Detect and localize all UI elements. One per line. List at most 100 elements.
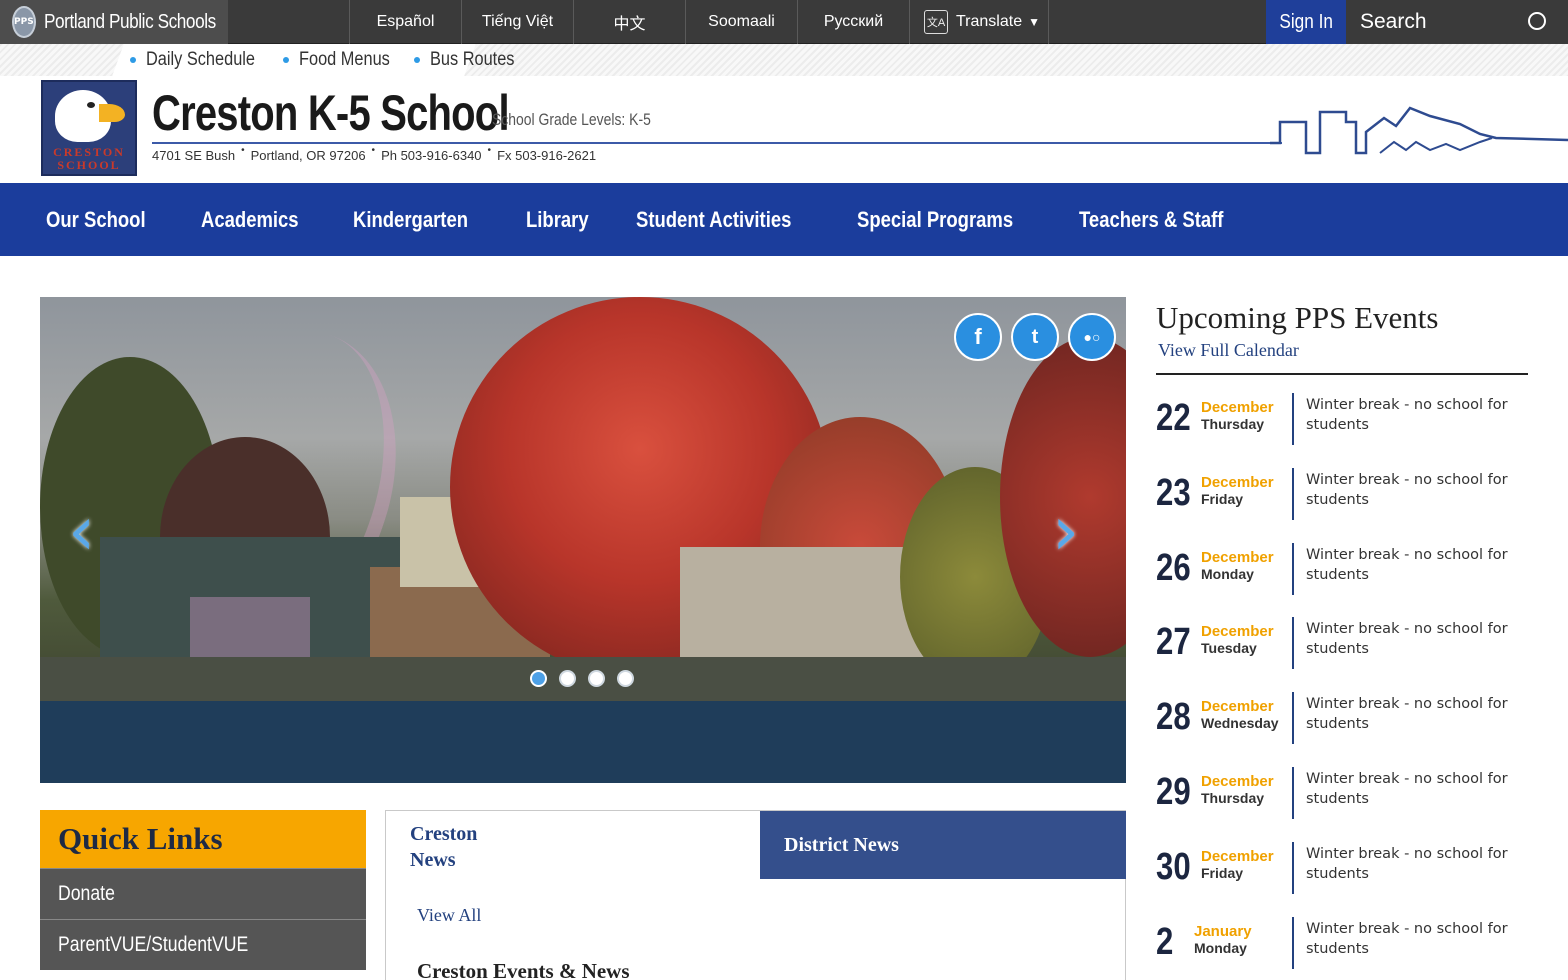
event-day: 26 xyxy=(1156,546,1191,589)
twitter-icon[interactable]: t xyxy=(1011,313,1059,361)
event-day: 27 xyxy=(1156,621,1191,664)
slider-next-button[interactable]: › xyxy=(1052,497,1092,567)
nav-kindergarten[interactable]: Kindergarten xyxy=(353,207,490,233)
top-bar: PPS Portland Public Schools Español Tiến… xyxy=(0,0,1568,44)
slider-dot-4[interactable] xyxy=(617,670,634,687)
events-title: Upcoming PPS Events xyxy=(1156,300,1439,335)
lang-somali[interactable]: Soomaali xyxy=(685,0,797,44)
event-description: Winter break - no school for students xyxy=(1306,546,1508,583)
utility-links: Daily Schedule Food Menus Bus Routes xyxy=(130,44,539,76)
event-divider xyxy=(1292,841,1294,894)
quick-links: Quick Links Donate ParentVUE/StudentVUE xyxy=(40,810,366,980)
school-address: 4701 SE Bush • Portland, OR 97206 • Ph 5… xyxy=(152,145,597,163)
event-item[interactable]: 29 December Thursday Winter break - no scho… xyxy=(1156,749,1528,824)
view-all-link[interactable]: View All xyxy=(417,905,481,926)
nav-our-school[interactable]: Our School xyxy=(46,207,165,233)
event-description: Winter break - no school for students xyxy=(1306,920,1508,957)
event-day: 30 xyxy=(1156,845,1191,888)
upcoming-events: Upcoming PPS Events View Full Calendar 2… xyxy=(1156,300,1528,973)
search-icon[interactable] xyxy=(1528,12,1546,30)
city-skyline-icon xyxy=(1270,106,1568,155)
language-links: Español Tiếng Việt 中文 Soomaali Русский 文… xyxy=(349,0,1049,44)
event-weekday: Wednesday xyxy=(1201,715,1279,732)
tab-district-news[interactable]: District News xyxy=(760,811,1126,879)
event-weekday: Thursday xyxy=(1201,789,1265,806)
lang-spanish[interactable]: Español xyxy=(349,0,461,44)
sign-in-button[interactable]: Sign In xyxy=(1266,0,1346,44)
slider-dot-1[interactable] xyxy=(530,670,547,687)
main-nav: Our School Academics Kindergarten Librar… xyxy=(0,183,1568,256)
quick-link-donate[interactable]: Donate xyxy=(40,868,366,919)
pps-home-link[interactable]: PPS Portland Public Schools xyxy=(0,0,228,44)
school-name: Creston K-5 School xyxy=(152,85,510,141)
event-divider xyxy=(1292,766,1294,819)
lang-chinese[interactable]: 中文 xyxy=(573,0,685,44)
event-weekday: Tuesday xyxy=(1201,640,1257,657)
event-day: 28 xyxy=(1156,696,1191,739)
caret-down-icon: ▼ xyxy=(1028,15,1040,29)
event-weekday: Monday xyxy=(1194,939,1247,956)
bus-routes-link[interactable]: Bus Routes xyxy=(414,49,528,71)
logo-text: CRESTON SCHOOL xyxy=(43,146,135,174)
pps-brand-name: Portland Public Schools xyxy=(43,10,216,33)
translate-dropdown[interactable]: 文A Translate ▼ xyxy=(909,0,1049,44)
event-item[interactable]: 23 December Friday Winter break - no school… xyxy=(1156,450,1528,525)
event-divider xyxy=(1292,542,1294,595)
nav-academics[interactable]: Academics xyxy=(201,207,317,233)
event-month: December xyxy=(1201,772,1274,790)
event-list: 22 December Thursday Winter break - no scho… xyxy=(1156,375,1528,973)
event-item[interactable]: 28 December Wednesday Winter break - no sch… xyxy=(1156,674,1528,749)
quick-link-parentvue[interactable]: ParentVUE/StudentVUE xyxy=(40,919,366,970)
slider-prev-button[interactable]: ‹ xyxy=(68,497,108,567)
event-description: Winter break - no school for students xyxy=(1306,397,1508,433)
event-item[interactable]: 27 December Tuesday Winter break - no schoo… xyxy=(1156,599,1528,674)
event-item[interactable]: 2 January Monday Winter break - no school f… xyxy=(1156,899,1528,974)
facebook-icon[interactable]: f xyxy=(954,313,1002,361)
address-city: Portland, OR 97206 xyxy=(250,148,366,163)
event-divider xyxy=(1292,916,1294,969)
pps-logo-icon: PPS xyxy=(12,6,36,38)
event-day: 22 xyxy=(1156,397,1191,439)
event-description: Winter break - no school for students xyxy=(1306,621,1508,658)
event-day: 29 xyxy=(1156,770,1191,813)
event-item[interactable]: 26 December Monday Winter break - no school… xyxy=(1156,525,1528,600)
nav-library[interactable]: Library xyxy=(526,207,601,233)
event-month: December xyxy=(1201,847,1274,865)
address-phone: Ph 503-916-6340 xyxy=(381,148,482,163)
school-header: CRESTON SCHOOL Creston K-5 School School… xyxy=(0,76,1568,182)
search-input[interactable] xyxy=(1360,10,1520,34)
slider-dot-3[interactable] xyxy=(588,670,605,687)
hero-slider: f t ●○ ‹ › xyxy=(40,297,1126,783)
event-weekday: Friday xyxy=(1201,490,1244,507)
slider-dots xyxy=(530,670,646,687)
school-logo[interactable]: CRESTON SCHOOL xyxy=(41,80,137,176)
tab-creston-news[interactable]: Creston News xyxy=(386,811,760,879)
translate-label: Translate xyxy=(956,13,1023,30)
lang-russian[interactable]: Русский xyxy=(797,0,909,44)
event-item[interactable]: 22 December Thursday Winter break - no scho… xyxy=(1156,375,1528,450)
news-panel: Creston News District News View All Cres… xyxy=(385,810,1126,980)
event-divider xyxy=(1292,467,1294,520)
bullet-icon xyxy=(282,57,289,63)
flickr-icon[interactable]: ●○ xyxy=(1068,313,1116,361)
lang-vietnamese[interactable]: Tiếng Việt xyxy=(461,0,573,44)
address-street: 4701 SE Bush xyxy=(152,148,236,163)
bullet-icon xyxy=(130,57,136,63)
header-divider xyxy=(152,142,1282,144)
slider-dot-2[interactable] xyxy=(559,670,576,687)
view-full-calendar-link[interactable]: View Full Calendar xyxy=(1158,340,1528,361)
event-divider xyxy=(1292,393,1294,445)
nav-teachers-staff[interactable]: Teachers & Staff xyxy=(1079,207,1251,233)
event-item[interactable]: 30 December Friday Winter break - no school… xyxy=(1156,824,1528,899)
nav-student-activities[interactable]: Student Activities xyxy=(636,207,821,233)
daily-schedule-link[interactable]: Daily Schedule xyxy=(130,49,273,71)
nav-special-programs[interactable]: Special Programs xyxy=(857,207,1043,233)
event-description: Winter break - no school for students xyxy=(1306,696,1508,733)
food-menus-link[interactable]: Food Menus xyxy=(282,49,405,71)
event-description: Winter break - no school for students xyxy=(1306,845,1508,882)
translate-icon: 文A xyxy=(924,10,948,34)
event-description: Winter break - no school for students xyxy=(1306,770,1508,807)
event-weekday: Friday xyxy=(1201,864,1244,881)
event-month: December xyxy=(1201,698,1274,716)
event-divider xyxy=(1292,692,1294,745)
